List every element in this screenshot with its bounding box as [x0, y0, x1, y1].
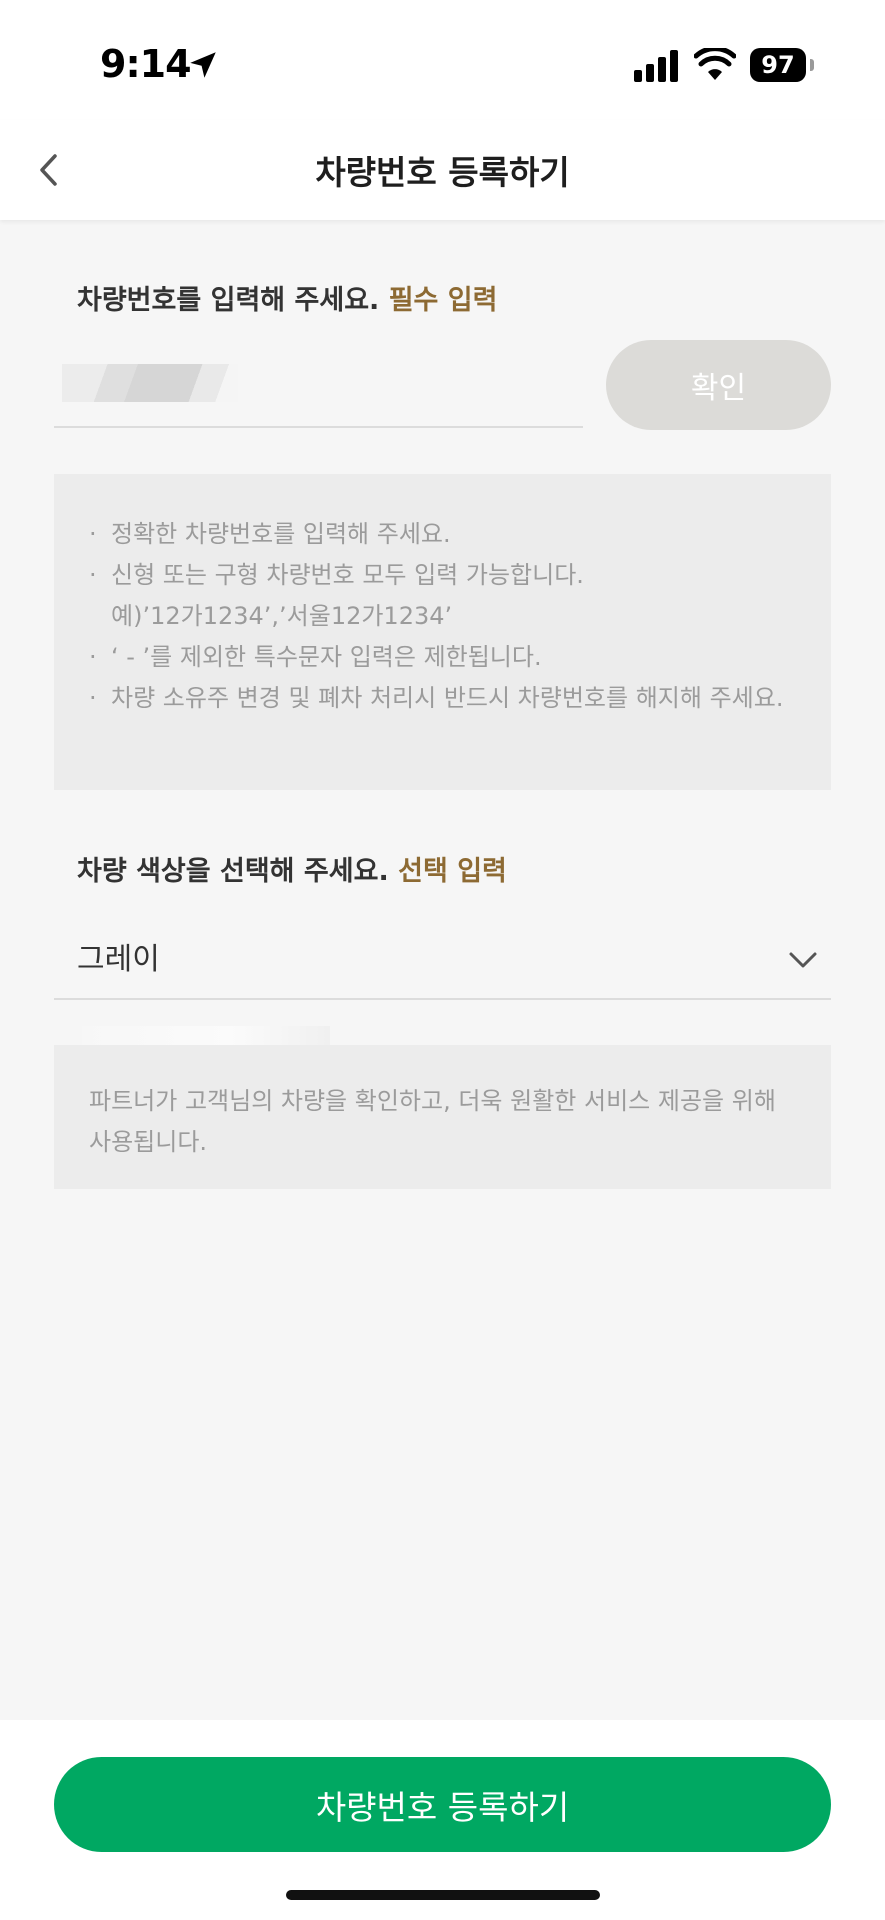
wifi-icon [694, 48, 736, 80]
nav-bar: 차량번호 등록하기 [0, 120, 885, 220]
bottom-bar: 차량번호 등록하기 [0, 1720, 885, 1920]
register-plate-button[interactable]: 차량번호 등록하기 [54, 1757, 831, 1852]
color-info-text: 파트너가 고객님의 차량을 확인하고, 더욱 원활한 서비스 제공을 위해 사용… [89, 1087, 776, 1156]
selected-color: 그레이 [77, 942, 160, 977]
guide-item: · 신형 또는 구형 차량번호 모두 입력 가능합니다. 예)’12가1234’,’… [89, 561, 584, 630]
guide-item: · ‘ - ’를 제외한 특수문자 입력은 제한됩니다. [89, 643, 542, 671]
guide-item: · 차량 소유주 변경 및 폐차 처리시 반드시 차량번호를 해지해 주세요. [89, 684, 784, 712]
status-bar: 9:14 97 [0, 0, 885, 120]
chevron-down-icon [789, 952, 817, 968]
plate-label-text: 차량번호를 입력해 주세요. [77, 285, 380, 316]
home-indicator [286, 1890, 600, 1900]
guide-item: · 정확한 차량번호를 입력해 주세요. [89, 520, 451, 548]
status-time: 9:14 [100, 42, 192, 86]
location-arrow-icon [190, 52, 216, 78]
color-label-text: 차량 색상을 선택해 주세요. [77, 856, 389, 887]
cellular-signal-icon [634, 50, 678, 82]
page-title: 차량번호 등록하기 [315, 153, 570, 192]
confirm-button[interactable]: 확인 [606, 340, 831, 430]
plate-guide-box: · 정확한 차량번호를 입력해 주세요. · 신형 또는 구형 차량번호 모두 입력… [54, 474, 831, 790]
color-section-label: 차량 색상을 선택해 주세요. 선택 입력 [77, 849, 507, 888]
battery-icon: 97 [750, 48, 806, 82]
color-select[interactable]: 그레이 [54, 920, 831, 1000]
required-badge: 필수 입력 [388, 285, 498, 316]
optional-badge: 선택 입력 [398, 856, 507, 887]
battery-cap [810, 59, 814, 71]
plate-section-label: 차량번호를 입력해 주세요. 필수 입력 [77, 278, 497, 317]
color-info-box: 파트너가 고객님의 차량을 확인하고, 더욱 원활한 서비스 제공을 위해 사용… [54, 1045, 831, 1189]
masked-plate-value [62, 364, 238, 402]
battery-level: 97 [761, 51, 795, 79]
